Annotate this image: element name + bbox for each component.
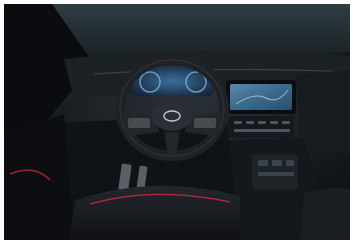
door-panel — [4, 114, 74, 240]
steering-wheel-hub — [152, 101, 192, 131]
windshield — [44, 4, 350, 56]
photo-frame — [0, 0, 353, 242]
climate-panel — [228, 116, 294, 138]
infotainment-screen — [230, 84, 292, 110]
passenger-seat — [300, 187, 350, 240]
car-interior-photo — [4, 4, 350, 240]
